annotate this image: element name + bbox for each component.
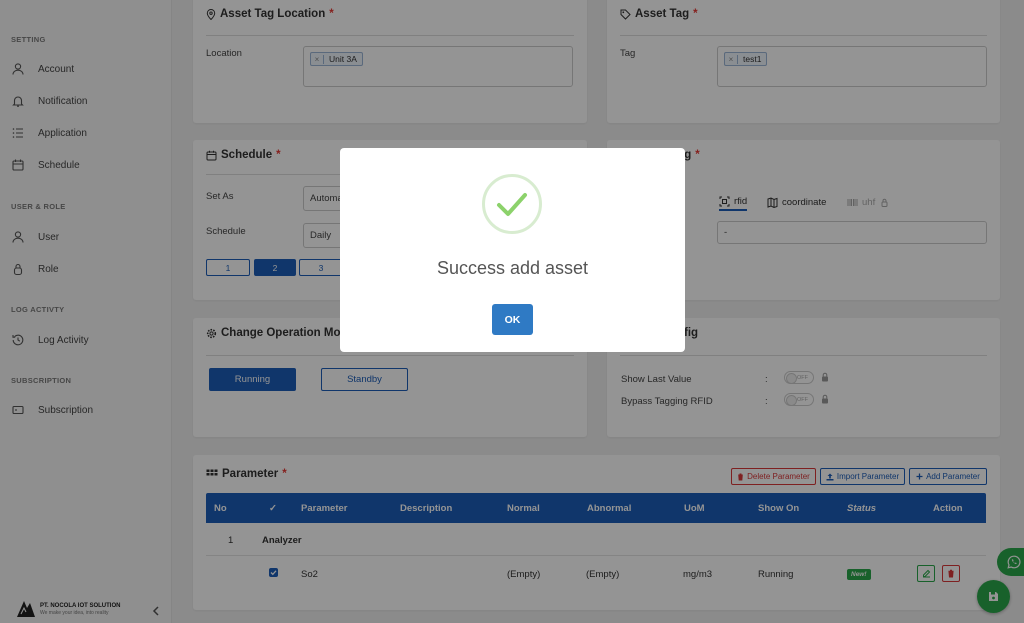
dialog-title: Success add asset: [436, 258, 589, 278]
ok-button[interactable]: OK: [492, 304, 533, 335]
success-dialog: Success add asset OK: [340, 148, 685, 352]
success-check-icon: [482, 174, 542, 234]
